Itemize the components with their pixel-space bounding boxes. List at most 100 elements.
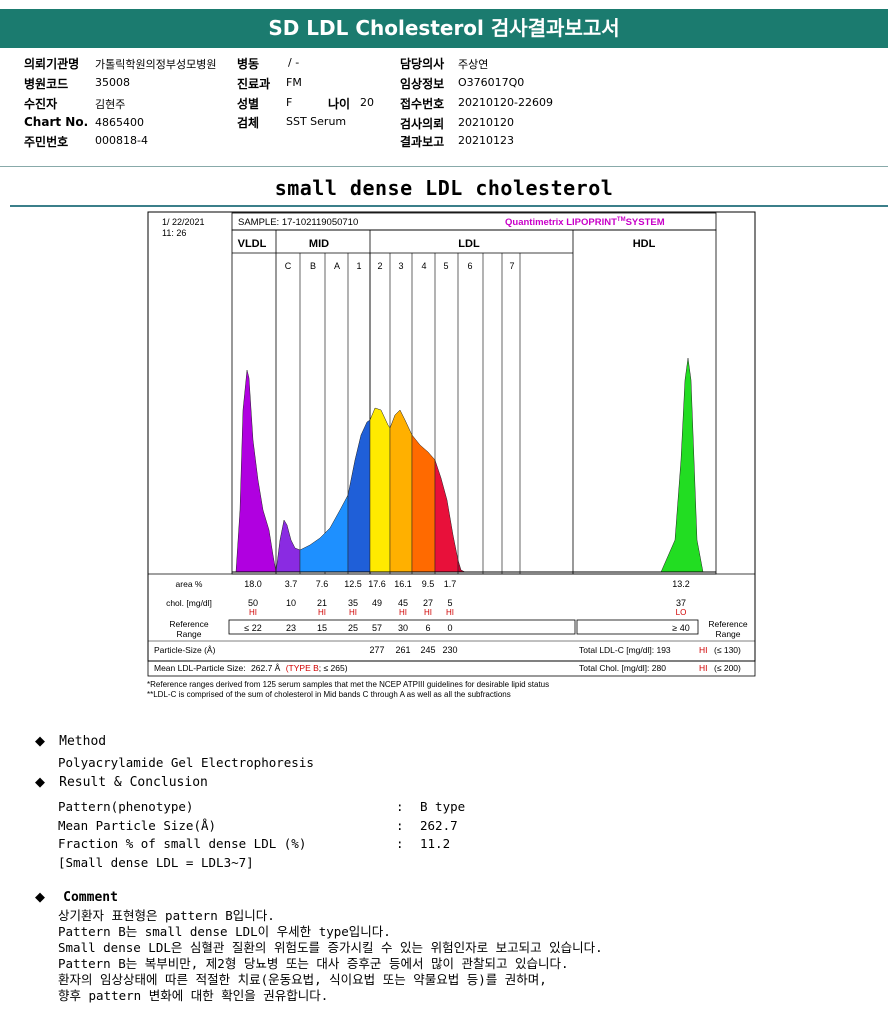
- area-value: 9.5: [422, 579, 435, 589]
- band-label: 4: [421, 261, 426, 271]
- chol-value: 27: [423, 598, 433, 608]
- svg-text:Quantimetrix LIPOPRINTTMSYSTEM: Quantimetrix LIPOPRINTTMSYSTEM: [505, 217, 665, 228]
- result-row-value: 262.7: [420, 818, 458, 833]
- area-value: 18.0: [244, 579, 262, 589]
- result-row-label: Fraction % of small dense LDL (%): [58, 836, 307, 851]
- particle-size-value: 261: [395, 645, 410, 655]
- mean-size-ref: ; ≤ 265): [319, 663, 348, 673]
- section-title: small dense LDL cholesterol: [274, 176, 614, 200]
- header-value: FM: [286, 76, 302, 89]
- band-label: 2: [377, 261, 382, 271]
- header-label: 담당의사: [400, 57, 445, 71]
- chol-flag: HI: [349, 608, 357, 617]
- row-label-ref-right1: Reference: [708, 619, 747, 629]
- particle-size-value: 277: [369, 645, 384, 655]
- total-ldl-flag: HI: [699, 645, 708, 655]
- header-label: 병원코드: [24, 77, 69, 91]
- particle-size-value: 230: [442, 645, 457, 655]
- header-value: F: [286, 96, 293, 109]
- mean-size-type: (TYPE B: [286, 663, 319, 673]
- sample-id: SAMPLE: 17-102119050710: [238, 217, 358, 228]
- chol-value: 37: [676, 598, 686, 608]
- comment-heading: ◆ Comment: [35, 890, 118, 905]
- result-row-sep: :: [396, 818, 404, 833]
- ref-range-value: 25: [348, 623, 358, 633]
- ref-range-value: 0: [447, 623, 452, 633]
- ref-range-value: 30: [398, 623, 408, 633]
- chol-value: 50: [248, 598, 258, 608]
- ref-range-value: 15: [317, 623, 327, 633]
- header-label: 의뢰기관명: [24, 57, 80, 71]
- chol-value: 10: [286, 598, 296, 608]
- method-text: Polyacrylamide Gel Electrophoresis: [58, 755, 314, 770]
- result-row-value: 11.2: [420, 836, 451, 851]
- row-label-ref1: Reference: [169, 619, 208, 629]
- ref-range-value: ≤ 22: [244, 623, 261, 633]
- method-heading-text: Method: [59, 734, 107, 749]
- row-label-ref-right2: Range: [715, 629, 740, 639]
- header-label: 병동: [237, 57, 260, 71]
- brand-tm: TM: [617, 217, 626, 223]
- total-chol-flag: HI: [699, 663, 708, 673]
- header-value: 20210120-22609: [458, 96, 553, 109]
- brand-system: SYSTEM: [626, 217, 665, 228]
- group-label-ldl: LDL: [458, 238, 480, 250]
- header-label: 접수번호: [400, 97, 445, 111]
- row-label-chol: chol. [mg/dl]: [166, 598, 212, 608]
- chol-flag: HI: [399, 608, 407, 617]
- header-value: 20210123: [458, 134, 514, 147]
- band-label: 7: [509, 261, 514, 271]
- total-ldl-ref: (≤ 130): [714, 645, 741, 655]
- header-value: 35008: [95, 76, 130, 89]
- header-label: 검사의뢰: [400, 117, 445, 131]
- header-label: 주민번호: [24, 135, 69, 149]
- group-label-hdl: HDL: [633, 238, 656, 250]
- result-heading: ◆ Result & Conclusion: [35, 775, 208, 790]
- total-chol-label: Total Chol. [mg/dl]: 280: [579, 663, 666, 673]
- particle-size-value: 245: [420, 645, 435, 655]
- ref-range-value: ≥ 40: [672, 623, 689, 633]
- ref-range-value: 57: [372, 623, 382, 633]
- chol-flag: HI: [424, 608, 432, 617]
- method-heading: ◆ Method: [35, 734, 106, 749]
- ref-range-value: 23: [286, 623, 296, 633]
- brand-name: Quantimetrix LIPOPRINT: [505, 217, 617, 228]
- result-row-sep: :: [396, 799, 404, 814]
- footnote-2: **LDL-C is comprised of the sum of chole…: [147, 690, 511, 699]
- result-row-value: B type: [420, 799, 466, 814]
- area-value: 12.5: [344, 579, 362, 589]
- header-label: 임상정보: [400, 77, 445, 91]
- header-label: 진료과: [237, 77, 271, 91]
- band-label: A: [334, 261, 340, 271]
- area-value: 16.1: [394, 579, 412, 589]
- chol-flag: LO: [676, 608, 687, 617]
- comment-heading-text: Comment: [63, 890, 118, 905]
- band-label: 6: [467, 261, 472, 271]
- result-row-sep: :: [396, 836, 404, 851]
- header-value: SST Serum: [286, 115, 347, 128]
- area-value: 17.6: [368, 579, 386, 589]
- header-value: / -: [288, 56, 300, 69]
- group-label-mid: MID: [309, 238, 329, 250]
- mean-size-label: Mean LDL-Particle Size:: [154, 663, 246, 673]
- row-label-area: area %: [176, 579, 203, 589]
- header-value: 000818-4: [95, 134, 148, 147]
- total-ldl-label: Total LDL-C [mg/dl]: 193: [579, 645, 671, 655]
- header-value: 주상연: [458, 58, 489, 71]
- result-row-label: Pattern(phenotype): [58, 799, 194, 814]
- header-label: 결과보고: [400, 135, 445, 149]
- band-label: B: [310, 261, 316, 271]
- row-label-particle-size: Particle-Size (Å): [154, 645, 216, 655]
- header-label: Chart No.: [24, 115, 89, 129]
- comment-body: 상기환자 표현형은 pattern B입니다. Pattern B는 small…: [58, 908, 603, 1004]
- comment-line: Pattern B는 복부비만, 제2형 당뇨병 또는 대사 증후군 등에서 많…: [58, 956, 569, 971]
- footnote-1: *Reference ranges derived from 125 serum…: [147, 680, 549, 689]
- band-label: C: [285, 261, 292, 271]
- chol-flag: HI: [446, 608, 454, 617]
- header-label: 수진자: [24, 97, 58, 111]
- header-label: 검체: [237, 116, 260, 130]
- svg-text:Mean LDL-Particle Size: 26: Mean LDL-Particle Size: 262.7 Å (TYPE B;…: [154, 663, 348, 673]
- header-value: 20210120: [458, 116, 514, 129]
- chol-value: 5: [447, 598, 452, 608]
- area-value: 13.2: [672, 579, 690, 589]
